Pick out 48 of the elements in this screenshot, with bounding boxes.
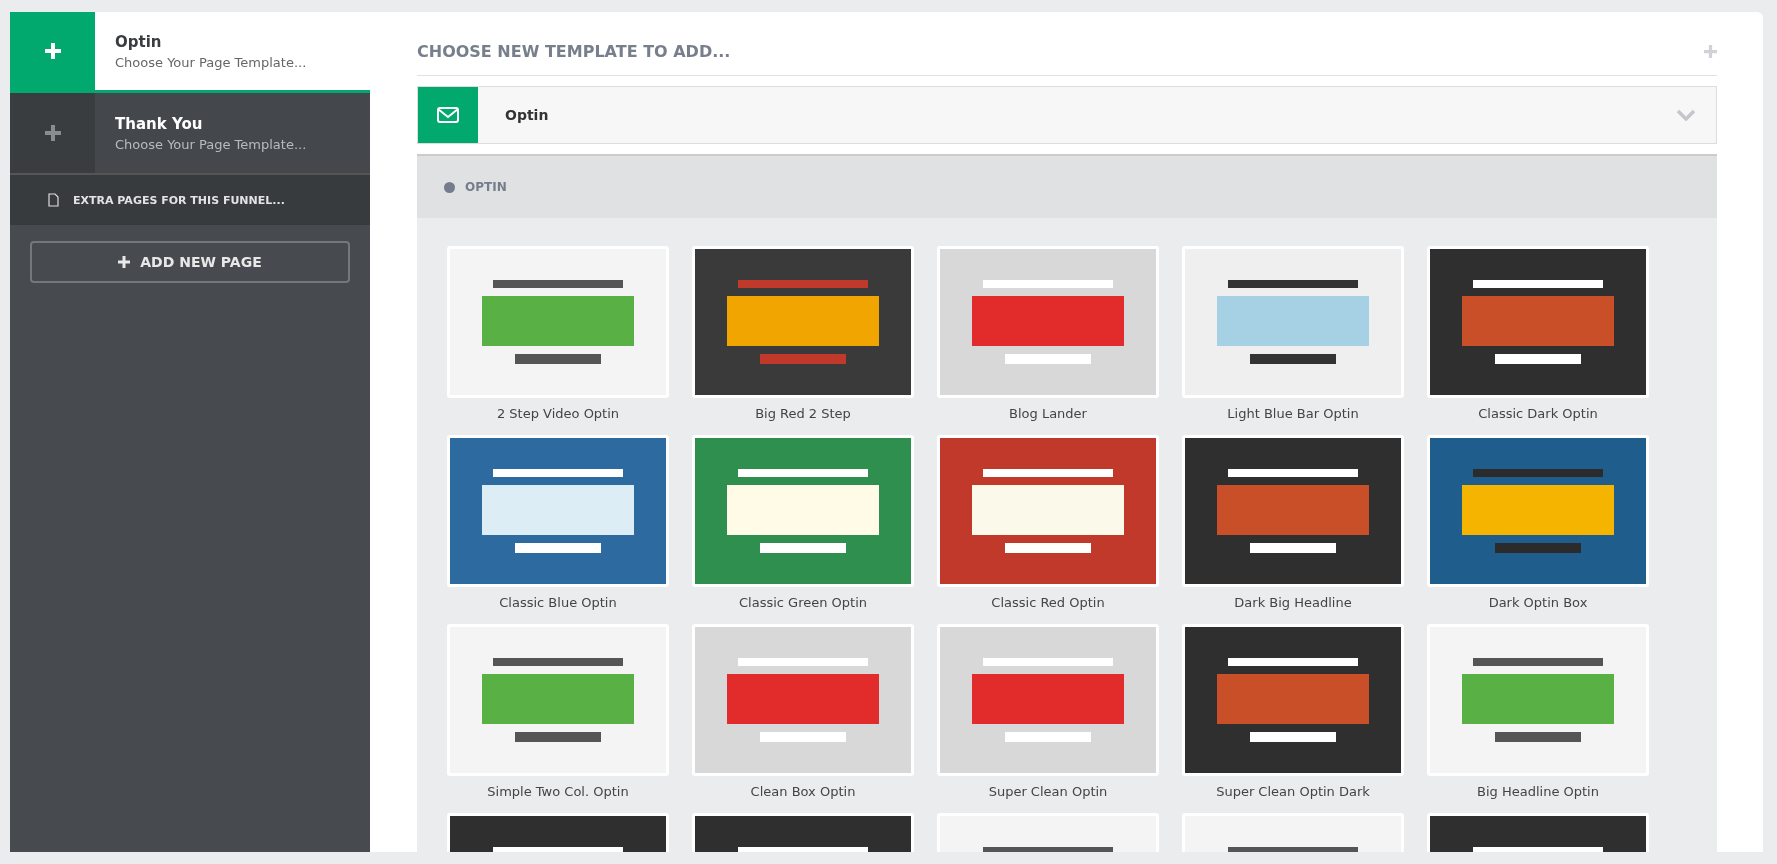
template-name: Dark Optin Box — [1488, 595, 1588, 610]
template-name: Classic Dark Optin — [1478, 406, 1598, 421]
extra-pages-label: EXTRA PAGES FOR THIS FUNNEL... — [73, 193, 285, 207]
template-card[interactable]: Classic Blue Optin — [447, 435, 669, 610]
template-name: Big Headline Optin — [1477, 784, 1599, 799]
envelope-icon — [437, 107, 459, 123]
template-name: Blog Lander — [1009, 406, 1087, 421]
template-card[interactable]: Big Red 2 Step — [692, 246, 914, 421]
template-card[interactable]: Super Clean Optin — [937, 624, 1159, 799]
template-name: Light Blue Bar Optin — [1227, 406, 1359, 421]
page-subtitle: Choose Your Page Template... — [115, 54, 307, 70]
template-card[interactable]: Blog Lander — [937, 246, 1159, 421]
template-name: Super Clean Optin — [988, 784, 1108, 799]
plus-icon — [118, 256, 131, 268]
template-card[interactable]: Super Clean Optin Dark — [1182, 624, 1404, 799]
section-title: CHOOSE NEW TEMPLATE TO ADD... — [417, 42, 731, 61]
document-icon — [48, 193, 59, 207]
template-card[interactable]: Light Blue Bar Optin — [1182, 246, 1404, 421]
template-name: Super Clean Optin Dark — [1216, 784, 1370, 799]
chevron-down-icon — [1676, 109, 1696, 121]
template-name: 2 Step Video Optin — [496, 406, 620, 421]
template-name: Classic Green Optin — [739, 595, 867, 610]
template-name: Classic Red Optin — [991, 595, 1105, 610]
template-card[interactable]: Big Headline Optin — [1427, 624, 1649, 799]
page-title: Thank You — [115, 114, 204, 133]
template-name: Dark Big Headline — [1234, 595, 1352, 610]
category-dropdown[interactable]: Optin — [417, 86, 1717, 144]
template-name: Simple Two Col. Optin — [487, 784, 629, 799]
template-name: Classic Blue Optin — [499, 595, 617, 610]
template-card[interactable]: Classic Red Optin — [937, 435, 1159, 610]
plus-icon — [44, 125, 61, 141]
add-new-page-button[interactable]: ADD NEW PAGE — [30, 241, 350, 283]
plus-icon — [44, 43, 61, 59]
page-title: Optin — [115, 32, 163, 51]
template-card[interactable]: Dark Optin Box — [1427, 435, 1649, 610]
plus-icon[interactable] — [1704, 45, 1717, 58]
category-label: OPTIN — [465, 180, 507, 194]
template-card[interactable]: Classic Green Optin — [692, 435, 914, 610]
template-card[interactable]: Dark Big Headline — [1182, 435, 1404, 610]
template-card[interactable]: Simple Two Col. Optin — [447, 624, 669, 799]
page-subtitle: Choose Your Page Template... — [115, 136, 307, 152]
template-card[interactable]: Classic Dark Optin — [1427, 246, 1649, 421]
funnel-page-tab[interactable]: Optin Choose Your Page Template... — [10, 12, 370, 93]
template-card[interactable]: Clean Box Optin — [692, 624, 914, 799]
bullet-icon — [444, 181, 455, 193]
template-name: Big Red 2 Step — [755, 406, 851, 421]
template-card[interactable]: 2 Step Video Optin — [447, 246, 669, 421]
template-name: Clean Box Optin — [750, 784, 856, 799]
